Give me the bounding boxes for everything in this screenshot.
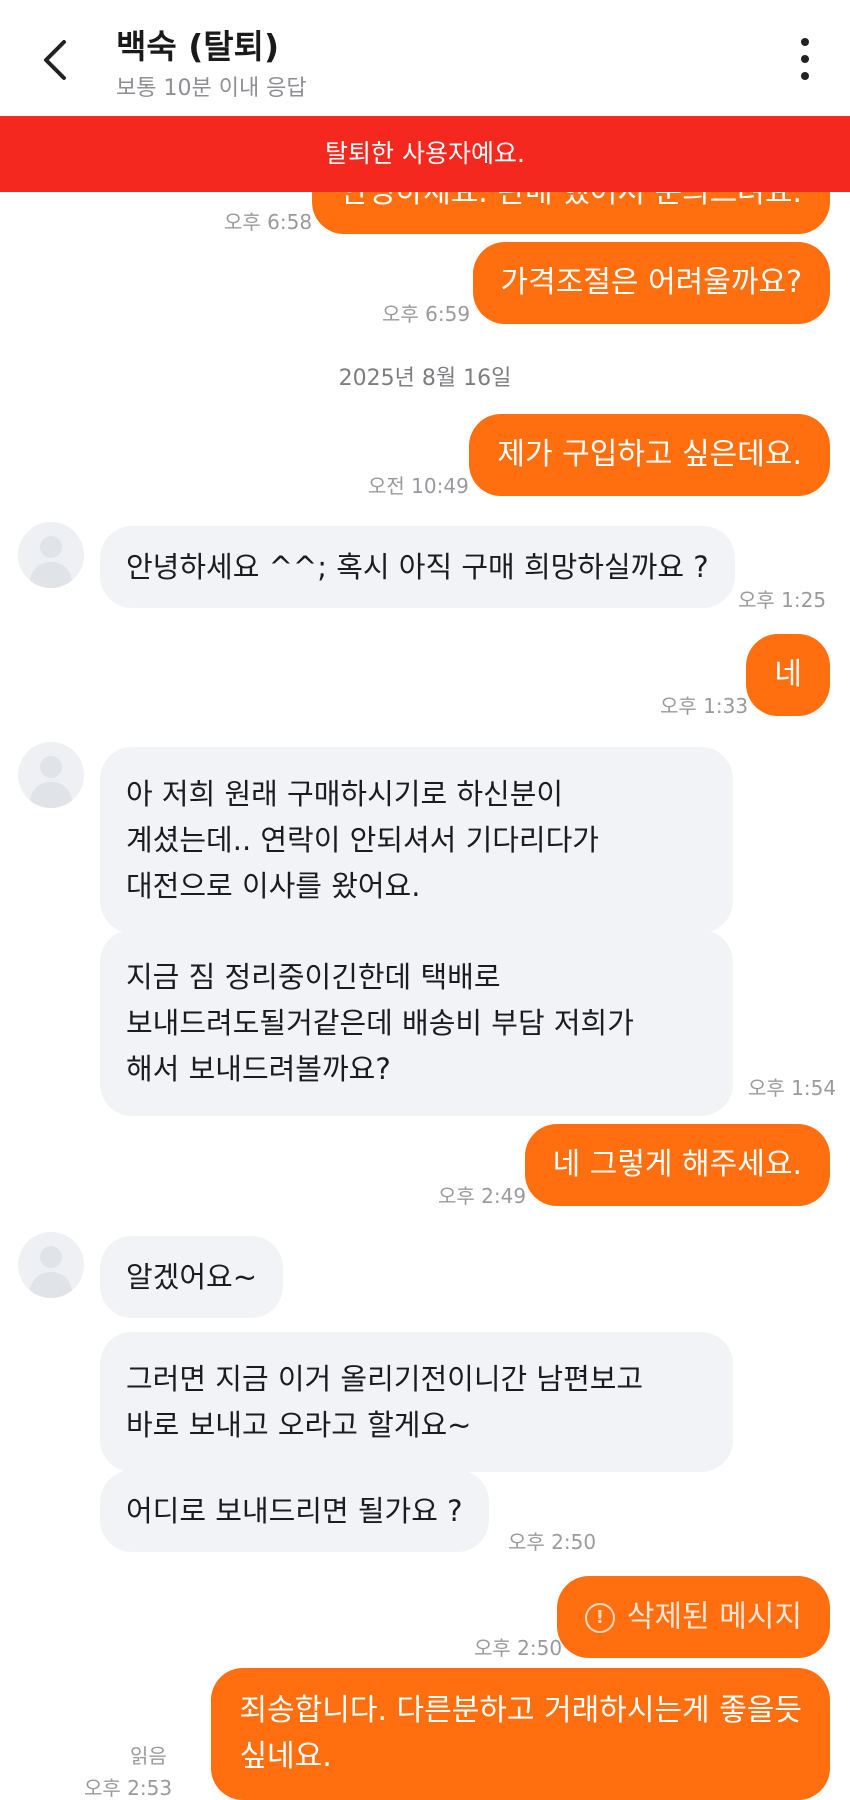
- message-line: 지금 짐 정리중이긴한데 택배로: [126, 960, 501, 994]
- chat-messages[interactable]: 안녕하세요. 판매 했어서 문의드려요. 오후 6:58 가격조절은 어려울까요…: [0, 192, 850, 1800]
- message-line: 계셨는데.. 연락이 안되셔서 기다리다가: [126, 823, 599, 857]
- message-time: 오후 6:58: [224, 210, 313, 234]
- message-line: 대전으로 이사를 왔어요.: [126, 869, 421, 903]
- message-text: 네: [774, 657, 802, 692]
- outgoing-message[interactable]: 네: [746, 634, 830, 716]
- message-line: 그러면 지금 이거 올리기전이니간 남편보고: [126, 1362, 644, 1396]
- more-options-button[interactable]: [792, 38, 818, 82]
- message-time: 오후 1:25: [738, 588, 827, 612]
- message-time: 오후 2:50: [474, 1636, 563, 1660]
- message-time: 오후 1:33: [660, 694, 749, 718]
- incoming-message[interactable]: 어디로 보내드리면 될가요 ?: [100, 1470, 489, 1552]
- outgoing-message[interactable]: 제가 구입하고 싶은데요.: [469, 414, 830, 496]
- message-line: 바로 보내고 오라고 할게요~: [126, 1408, 472, 1442]
- page-title: 백숙 (탈퇴): [116, 27, 280, 66]
- withdrawn-user-banner: 탈퇴한 사용자예요.: [0, 116, 850, 192]
- message-time: 오후 2:49: [438, 1184, 527, 1208]
- message-time: 오후 2:53: [84, 1776, 173, 1800]
- message-time: 오후 2:50: [508, 1530, 597, 1554]
- message-text: 제가 구입하고 싶은데요.: [497, 437, 802, 472]
- incoming-message[interactable]: 지금 짐 정리중이긴한데 택배로 보내드려도될거같은데 배송비 부담 저희가 해…: [100, 930, 733, 1116]
- outgoing-message[interactable]: 네 그렇게 해주세요.: [524, 1124, 830, 1206]
- avatar[interactable]: [18, 522, 84, 588]
- message-line: 죄송합니다. 다른분하고 거래하시는게 좋을듯: [239, 1693, 802, 1728]
- message-text: 네 그렇게 해주세요.: [552, 1147, 802, 1182]
- message-text: 알겠어요~: [126, 1260, 258, 1294]
- message-text: 어디로 보내드리면 될가요 ?: [126, 1494, 463, 1528]
- outgoing-message[interactable]: 죄송합니다. 다른분하고 거래하시는게 좋을듯 싶네요.: [211, 1668, 830, 1800]
- message-time: 오후 6:59: [382, 302, 471, 326]
- message-time: 오전 10:49: [368, 474, 469, 498]
- incoming-message[interactable]: 알겠어요~: [100, 1236, 284, 1318]
- message-time: 오후 1:54: [748, 1076, 837, 1100]
- avatar[interactable]: [18, 1232, 84, 1298]
- message-text: 가격조절은 어려울까요?: [500, 265, 802, 300]
- message-text: 삭제된 메시지: [626, 1599, 802, 1635]
- message-line: 싶네요.: [239, 1739, 332, 1774]
- incoming-message[interactable]: 안녕하세요 ^^; 혹시 아직 구매 희망하실까요 ?: [100, 526, 735, 608]
- outgoing-message[interactable]: 안녕하세요. 판매 했어서 문의드려요.: [312, 192, 830, 234]
- chevron-left-icon: [44, 40, 66, 80]
- outgoing-message[interactable]: 가격조절은 어려울까요?: [472, 242, 830, 324]
- exclamation-circle-icon: !: [584, 1602, 615, 1633]
- message-text: 안녕하세요 ^^; 혹시 아직 구매 희망하실까요 ?: [126, 550, 709, 584]
- more-vertical-icon: [792, 38, 818, 80]
- message-text: 안녕하세요. 판매 했어서 문의드려요.: [340, 192, 802, 210]
- avatar[interactable]: [18, 742, 84, 808]
- chat-header: 백숙 (탈퇴) 보통 10분 이내 응답: [0, 0, 850, 116]
- message-line: 해서 보내드려볼까요?: [126, 1052, 391, 1086]
- read-receipt: 읽음: [130, 1744, 167, 1768]
- message-line: 보내드려도될거같은데 배송비 부담 저희가: [126, 1006, 634, 1040]
- message-line: 아 저희 원래 구매하시기로 하신분이: [126, 777, 564, 811]
- incoming-message[interactable]: 아 저희 원래 구매하시기로 하신분이 계셨는데.. 연락이 안되셔서 기다리다…: [100, 747, 733, 933]
- incoming-message[interactable]: 그러면 지금 이거 올리기전이니간 남편보고 바로 보내고 오라고 할게요~: [100, 1332, 733, 1472]
- deleted-message[interactable]: ! 삭제된 메시지: [556, 1576, 830, 1658]
- response-time-subtitle: 보통 10분 이내 응답: [116, 76, 307, 101]
- back-button[interactable]: [34, 32, 82, 88]
- date-divider: 2025년 8월 16일: [338, 366, 512, 391]
